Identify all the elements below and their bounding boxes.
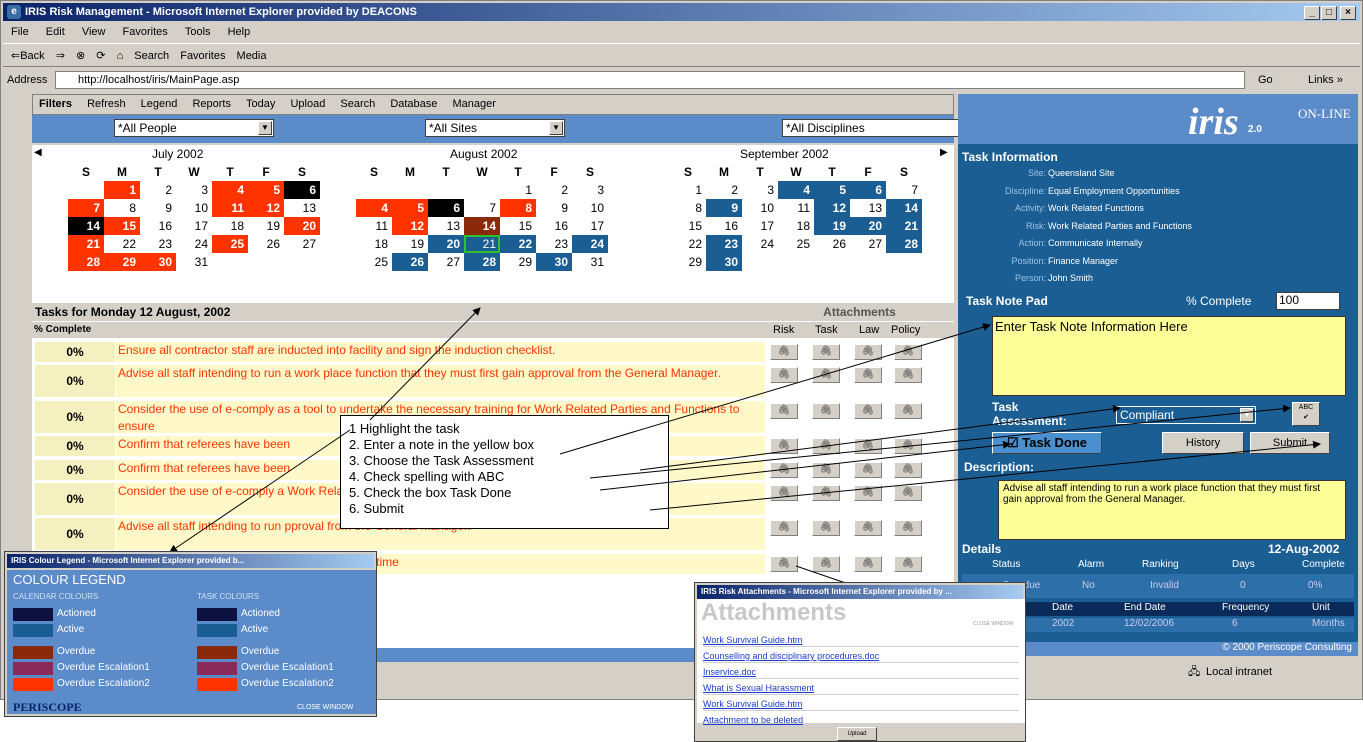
att-close[interactable]: CLOSE WINDOW	[973, 621, 1013, 627]
legend-label: Active	[57, 624, 85, 635]
legend-swatch	[13, 646, 53, 659]
attachments-body: Attachments CLOSE WINDOW Work Survival G…	[697, 599, 1025, 741]
attachment-link[interactable]: What is Sexual Harassment	[703, 681, 1019, 695]
periscope-logo: PERISCOPE	[13, 700, 82, 714]
legend-close[interactable]: CLOSE WINDOW	[297, 704, 353, 711]
task-colours-label: TASK COLOURS	[197, 592, 260, 601]
attachment-link[interactable]: Work Survival Guide.htm	[703, 633, 1019, 647]
legend-label: Overdue Escalation1	[57, 662, 150, 673]
legend-label: Overdue	[241, 646, 280, 657]
legend-label: Active	[241, 624, 269, 635]
attachment-link[interactable]: Attachment to be deleted	[703, 713, 1019, 727]
legend-swatch	[197, 646, 237, 659]
attachment-link[interactable]: Inservice.doc	[703, 665, 1019, 679]
legend-swatch	[197, 662, 237, 675]
legend-label: Overdue	[57, 646, 96, 657]
attachments-title: IRIS Risk Attachments - Microsoft Intern…	[697, 585, 1023, 599]
attachment-link[interactable]: Counselling and disciplinary procedures.…	[703, 649, 1019, 663]
legend-label: Overdue Escalation2	[57, 678, 150, 689]
legend-swatch	[13, 624, 53, 637]
att-upload-button[interactable]: Upload	[837, 727, 877, 741]
legend-title: IRIS Colour Legend - Microsoft Internet …	[7, 554, 374, 568]
legend-swatch	[13, 678, 53, 691]
legend-swatch	[197, 678, 237, 691]
legend-swatch	[197, 608, 237, 621]
attachment-link[interactable]: Work Survival Guide.htm	[703, 697, 1019, 711]
legend-label: Overdue Escalation1	[241, 662, 334, 673]
legend-label: Actioned	[241, 608, 280, 619]
calendar-colours-label: CALENDAR COLOURS	[13, 592, 99, 601]
legend-heading: COLOUR LEGEND	[13, 572, 126, 587]
attachments-heading: Attachments	[701, 599, 847, 626]
legend-swatch	[13, 608, 53, 621]
colour-legend-window: IRIS Colour Legend - Microsoft Internet …	[4, 551, 377, 717]
legend-label: Overdue Escalation2	[241, 678, 334, 689]
legend-swatch	[13, 662, 53, 675]
legend-body: COLOUR LEGEND CALENDAR COLOURS TASK COLO…	[7, 570, 376, 714]
legend-swatch	[197, 624, 237, 637]
attachments-window: IRIS Risk Attachments - Microsoft Intern…	[694, 582, 1026, 742]
legend-label: Actioned	[57, 608, 96, 619]
